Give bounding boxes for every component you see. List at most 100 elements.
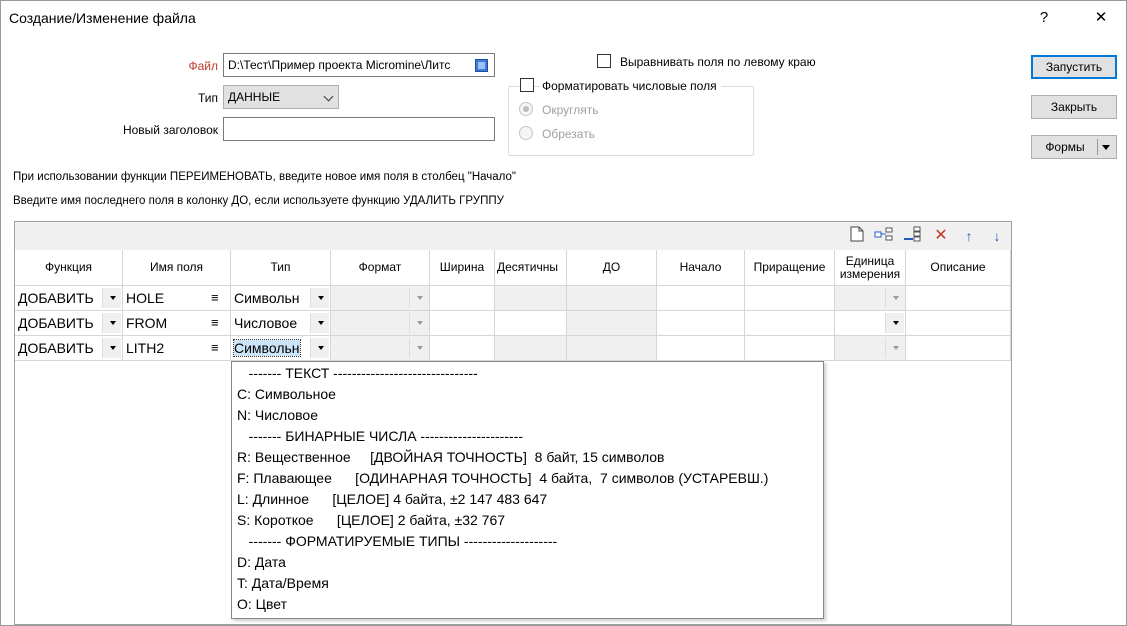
menu-icon[interactable]: ≡	[211, 286, 219, 310]
start-cell[interactable]	[657, 311, 745, 336]
to-cell	[567, 336, 657, 361]
dropdown-option-color[interactable]: O: Цвет	[237, 594, 287, 615]
file-path-value: D:\Тест\Пример проекта Micromine\Литс	[228, 58, 451, 72]
forms-button[interactable]: Формы	[1031, 135, 1117, 159]
type-cell[interactable]: Символьн	[231, 286, 331, 311]
format-cell	[331, 286, 430, 311]
forms-button-label: Формы	[1045, 140, 1085, 154]
start-cell[interactable]	[657, 336, 745, 361]
align-left-checkbox[interactable]	[597, 54, 611, 68]
dropdown-option-short[interactable]: S: Короткое [ЦЕЛОЕ] 2 байта, ±32 767	[237, 510, 505, 531]
width-cell[interactable]	[430, 336, 495, 361]
type-dropdown-list: ------- ТЕКСТ --------------------------…	[231, 361, 824, 619]
function-cell[interactable]: ДОБАВИТЬ	[15, 311, 123, 336]
menu-icon[interactable]: ≡	[211, 336, 219, 360]
dropdown-option-long[interactable]: L: Длинное [ЦЕЛОЕ] 4 байта, ±2 147 483 6…	[237, 489, 547, 510]
start-cell[interactable]	[657, 286, 745, 311]
dropdown-option-real[interactable]: R: Вещественное [ДВОЙНАЯ ТОЧНОСТЬ] 8 бай…	[237, 447, 665, 468]
delete-icon[interactable]: ✕	[931, 226, 951, 246]
decimals-cell[interactable]	[495, 311, 567, 336]
menu-icon[interactable]: ≡	[211, 311, 219, 335]
field-name-cell[interactable]: HOLE ≡	[123, 286, 231, 311]
to-cell	[567, 286, 657, 311]
col-header-start[interactable]: Начало	[657, 250, 745, 286]
insert-field-icon[interactable]	[874, 226, 894, 246]
close-button[interactable]: Закрыть	[1031, 95, 1117, 119]
type-cell-active[interactable]: Символьн	[231, 336, 331, 361]
dropdown-arrow-icon[interactable]	[885, 313, 904, 333]
field-name-cell[interactable]: LITH2 ≡	[123, 336, 231, 361]
dropdown-option-char[interactable]: C: Символьное	[237, 384, 336, 405]
dropdown-arrow-icon[interactable]	[102, 288, 121, 308]
close-window-button[interactable]: ✕	[1086, 7, 1116, 29]
col-header-description[interactable]: Описание	[906, 250, 1011, 286]
increment-cell[interactable]	[745, 286, 835, 311]
dropdown-arrow-icon	[409, 288, 428, 308]
format-cell	[331, 336, 430, 361]
col-header-type[interactable]: Тип	[231, 250, 331, 286]
dropdown-separator-formatted: ------- ФОРМАТИРУЕМЫЕ ТИПЫ -------------…	[237, 533, 558, 549]
format-numeric-checkbox[interactable]	[520, 78, 534, 92]
dropdown-arrow-icon[interactable]	[1102, 145, 1110, 150]
increment-cell[interactable]	[745, 311, 835, 336]
move-up-icon[interactable]: ↑	[959, 226, 979, 246]
file-type-select[interactable]: ДАННЫЕ	[223, 85, 339, 109]
new-header-label: Новый заголовок	[122, 123, 218, 137]
dropdown-option-numeric[interactable]: N: Числовое	[237, 405, 318, 426]
to-cell	[567, 311, 657, 336]
col-header-increment[interactable]: Приращение	[745, 250, 835, 286]
function-cell[interactable]: ДОБАВИТЬ	[15, 286, 123, 311]
decimals-cell	[495, 336, 567, 361]
chevron-down-icon	[323, 91, 334, 102]
delete-group-hint: Введите имя последнего поля в колонку ДО…	[13, 195, 504, 207]
grid-toolbar: ✕ ↑ ↓	[15, 222, 1011, 250]
truncate-radio[interactable]	[519, 126, 533, 140]
description-cell[interactable]	[906, 286, 1011, 311]
col-header-width[interactable]: Ширина	[430, 250, 495, 286]
new-header-input[interactable]	[223, 117, 495, 141]
dropdown-arrow-icon	[885, 288, 904, 308]
new-file-icon[interactable]	[847, 226, 867, 246]
dropdown-arrow-icon[interactable]	[310, 313, 329, 333]
file-path-field[interactable]: D:\Тест\Пример проекта Micromine\Литс	[223, 53, 495, 77]
truncate-label: Обрезать	[542, 127, 595, 141]
run-button[interactable]: Запустить	[1031, 55, 1117, 79]
description-cell[interactable]	[906, 336, 1011, 361]
type-label: Тип	[197, 91, 218, 105]
dropdown-option-datetime[interactable]: T: Дата/Время	[237, 573, 329, 594]
unit-cell[interactable]	[835, 311, 906, 336]
dropdown-arrow-icon[interactable]	[310, 288, 329, 308]
dropdown-arrow-icon	[409, 338, 428, 358]
help-button[interactable]: ?	[1029, 7, 1059, 29]
dropdown-option-date[interactable]: D: Дата	[237, 552, 286, 573]
unit-cell	[835, 336, 906, 361]
file-type-value: ДАННЫЕ	[228, 90, 281, 104]
numeric-format-group	[508, 86, 754, 156]
width-cell[interactable]	[430, 311, 495, 336]
col-header-field-name[interactable]: Имя поля	[123, 250, 231, 286]
dropdown-arrow-icon[interactable]	[102, 338, 121, 358]
dropdown-option-float[interactable]: F: Плавающее [ОДИНАРНАЯ ТОЧНОСТЬ] 4 байт…	[237, 468, 768, 489]
increment-cell[interactable]	[745, 336, 835, 361]
col-header-unit[interactable]: Единица измерения	[835, 250, 906, 286]
align-left-label: Выравнивать поля по левому краю	[620, 55, 816, 69]
dropdown-arrow-icon[interactable]	[310, 338, 329, 358]
col-header-to[interactable]: ДО	[567, 250, 657, 286]
browse-icon[interactable]	[475, 59, 488, 72]
field-name-cell[interactable]: FROM ≡	[123, 311, 231, 336]
description-cell[interactable]	[906, 311, 1011, 336]
dropdown-arrow-icon	[885, 338, 904, 358]
round-radio[interactable]	[519, 102, 533, 116]
move-down-icon[interactable]: ↓	[987, 226, 1007, 246]
append-field-icon[interactable]	[902, 226, 922, 246]
function-cell[interactable]: ДОБАВИТЬ	[15, 336, 123, 361]
dropdown-arrow-icon[interactable]	[102, 313, 121, 333]
type-cell[interactable]: Числовое	[231, 311, 331, 336]
dropdown-arrow-icon	[409, 313, 428, 333]
width-cell[interactable]	[430, 286, 495, 311]
dropdown-separator-text: ------- ТЕКСТ --------------------------…	[237, 365, 478, 381]
col-header-decimals[interactable]: Десятичны	[495, 250, 567, 286]
col-header-format[interactable]: Формат	[331, 250, 430, 286]
format-numeric-label: Форматировать числовые поля	[540, 79, 721, 93]
col-header-function[interactable]: Функция	[15, 250, 123, 286]
